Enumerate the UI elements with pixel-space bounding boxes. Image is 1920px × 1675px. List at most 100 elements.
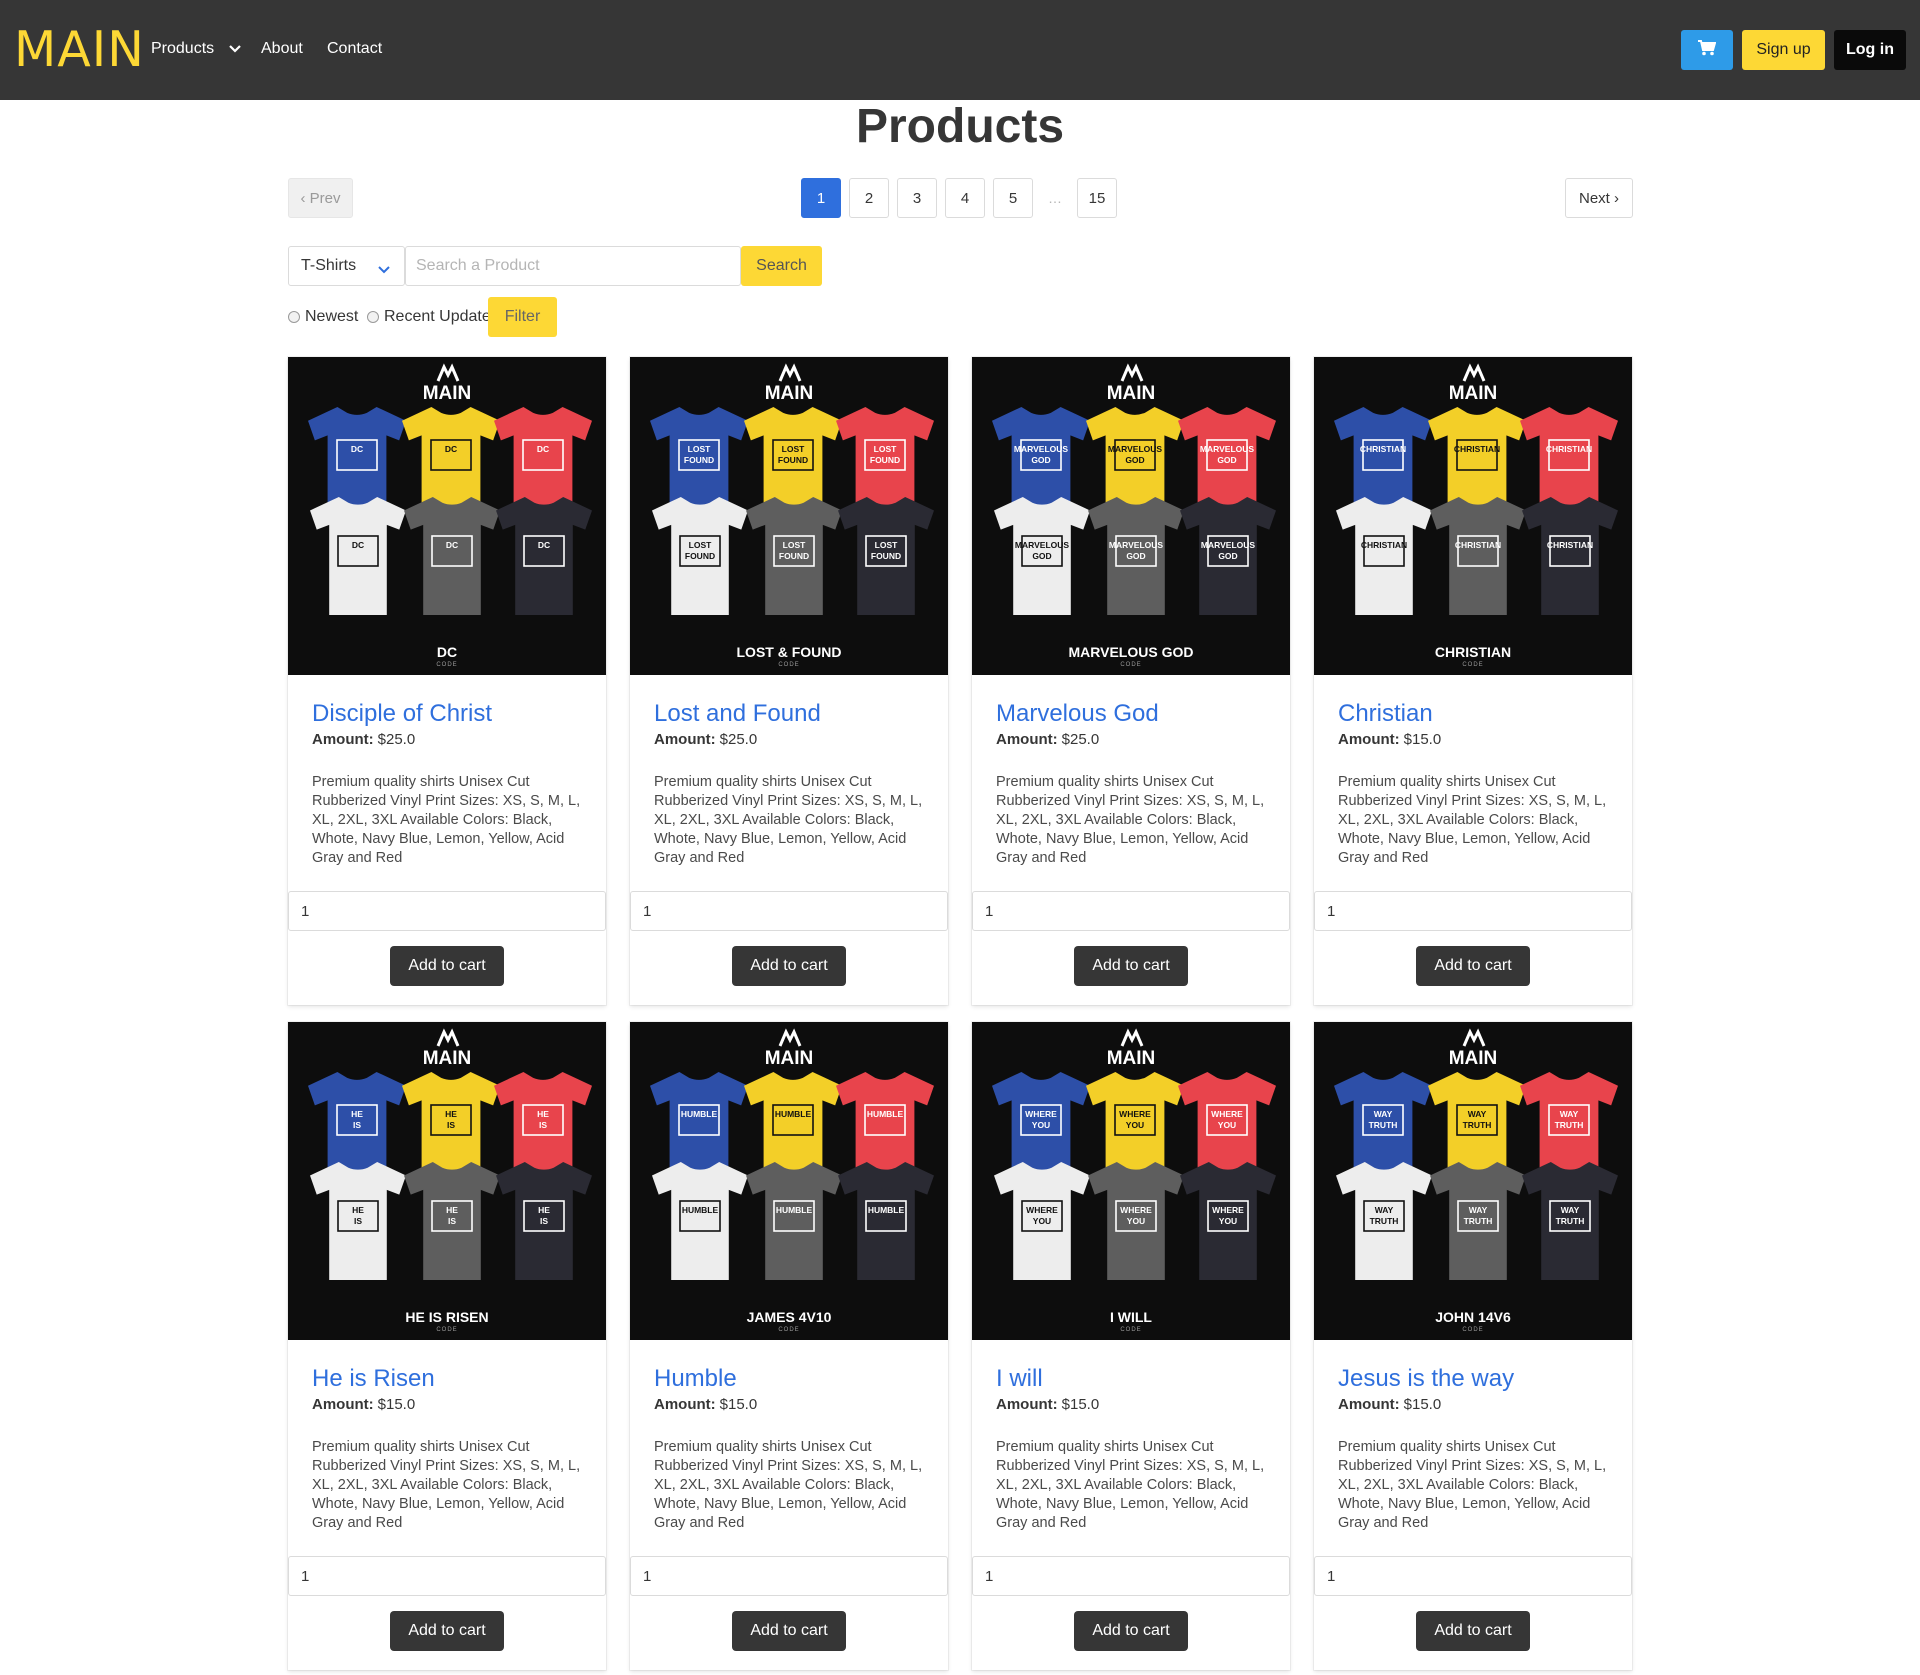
svg-text:YOU: YOU xyxy=(1127,1216,1145,1226)
svg-text:LOST: LOST xyxy=(875,540,898,550)
product-description: Premium quality shirts Unisex Cut Rubber… xyxy=(996,774,1265,866)
quantity-input[interactable] xyxy=(972,891,1290,931)
svg-text:TRUTH: TRUTH xyxy=(1369,1120,1398,1130)
login-button[interactable]: Log in xyxy=(1834,30,1906,70)
product-title[interactable]: He is Risen xyxy=(312,1364,435,1394)
svg-text:DC: DC xyxy=(352,540,364,550)
svg-text:HUMBLE: HUMBLE xyxy=(868,1205,905,1215)
svg-text:GOD: GOD xyxy=(1031,455,1050,465)
recent-update-radio-option[interactable]: Recent Update xyxy=(367,308,491,326)
product-amount-label: Amount: xyxy=(654,1396,716,1413)
svg-text:IS: IS xyxy=(354,1216,362,1226)
product-card: MAIN HUMBLE HUMBLE HUMBLE HUMBLE HUMBLE HUMBLE… xyxy=(630,1022,948,1670)
product-image[interactable]: MAIN HE IS HE IS HE IS HE IS HE IS HE IS HE IS RISEN C… xyxy=(288,1022,606,1340)
product-title[interactable]: Humble xyxy=(654,1364,737,1394)
product-title[interactable]: Disciple of Christ xyxy=(312,699,492,729)
quantity-input[interactable] xyxy=(288,1556,606,1596)
product-image[interactable]: MAIN WHERE YOU WHERE YOU WHERE YOU WHERE YOU WHER… xyxy=(972,1022,1290,1340)
image-caption-text: DC xyxy=(437,644,457,660)
top-navbar: MAIN Products About Contact Sign up Log … xyxy=(0,0,1920,100)
signup-button[interactable]: Sign up xyxy=(1742,30,1825,70)
pagination-page-2[interactable]: 2 xyxy=(849,178,889,218)
image-subcaption-text: CODE xyxy=(1120,1327,1141,1333)
nav-products-label: Products xyxy=(151,40,215,58)
tshirt-mockup-graphic: MAINWAYTRUTHWAYTRUTHWAYTRUTHWAYTRUTHWAYT… xyxy=(1314,1022,1632,1340)
image-caption-text: JOHN 14V6 xyxy=(1435,1309,1511,1325)
svg-text:GOD: GOD xyxy=(1217,455,1236,465)
search-input[interactable] xyxy=(405,246,741,286)
recent-update-radio[interactable] xyxy=(367,311,379,323)
svg-text:FOUND: FOUND xyxy=(779,551,809,561)
cart-button[interactable] xyxy=(1681,30,1733,70)
image-subcaption-text: CODE xyxy=(436,1327,457,1333)
add-to-cart-button[interactable]: Add to cart xyxy=(732,946,846,986)
product-image[interactable]: MAIN CHRISTIAN CHRISTIAN CHRISTIAN CHRISTIAN… xyxy=(1314,357,1632,675)
image-subcaption-text: CODE xyxy=(1462,1327,1483,1333)
product-title[interactable]: Marvelous God xyxy=(996,699,1159,729)
product-amount: Amount: $15.0 xyxy=(1338,730,1441,750)
product-card: MAIN HE IS HE IS HE IS HE IS HE IS HE IS HE IS RISEN C… xyxy=(288,1022,606,1670)
quantity-input[interactable] xyxy=(1314,891,1632,931)
image-brand-text: MAIN xyxy=(765,1048,814,1069)
product-image[interactable]: MAIN DC DC DC DC DC DC DC CODE xyxy=(288,357,606,675)
newest-radio[interactable] xyxy=(288,311,300,323)
image-brand-text: MAIN xyxy=(1107,383,1156,404)
svg-text:CHRISTIAN: CHRISTIAN xyxy=(1546,444,1592,454)
svg-text:WHERE: WHERE xyxy=(1119,1109,1151,1119)
svg-text:CHRISTIAN: CHRISTIAN xyxy=(1455,540,1501,550)
product-image[interactable]: MAIN WAY TRUTH WAY TRUTH WAY TRUTH WAY TRUTH WAY T… xyxy=(1314,1022,1632,1340)
pagination-page-3[interactable]: 3 xyxy=(897,178,937,218)
add-to-cart-button[interactable]: Add to cart xyxy=(1074,946,1188,986)
product-card: MAIN LOST FOUND LOST FOUND LOST FOUND LOST FOUND… xyxy=(630,357,948,1005)
nav-contact-link[interactable]: Contact xyxy=(327,38,382,60)
product-description: Premium quality shirts Unisex Cut Rubber… xyxy=(1338,1439,1607,1531)
quantity-input[interactable] xyxy=(288,891,606,931)
svg-text:HE: HE xyxy=(538,1205,550,1215)
category-select[interactable]: T-Shirts xyxy=(288,246,405,286)
svg-text:YOU: YOU xyxy=(1218,1120,1236,1130)
nav-products-dropdown[interactable]: Products xyxy=(151,38,241,60)
svg-text:TRUTH: TRUTH xyxy=(1556,1216,1585,1226)
add-to-cart-button[interactable]: Add to cart xyxy=(1416,1611,1530,1651)
quantity-input[interactable] xyxy=(630,1556,948,1596)
svg-text:WAY: WAY xyxy=(1375,1205,1394,1215)
pagination-page-4[interactable]: 4 xyxy=(945,178,985,218)
svg-text:LOST: LOST xyxy=(782,444,805,454)
quantity-input[interactable] xyxy=(1314,1556,1632,1596)
nav-about-link[interactable]: About xyxy=(261,38,303,60)
add-to-cart-button[interactable]: Add to cart xyxy=(390,1611,504,1651)
add-to-cart-button[interactable]: Add to cart xyxy=(1416,946,1530,986)
svg-text:TRUTH: TRUTH xyxy=(1464,1216,1493,1226)
pagination-page-1[interactable]: 1 xyxy=(801,178,841,218)
pagination-prev-button[interactable]: ‹ Prev xyxy=(288,178,353,218)
add-to-cart-button[interactable]: Add to cart xyxy=(1074,1611,1188,1651)
svg-text:YOU: YOU xyxy=(1033,1216,1051,1226)
product-card: MAIN CHRISTIAN CHRISTIAN CHRISTIAN CHRISTIAN… xyxy=(1314,357,1632,1005)
product-image[interactable]: MAIN HUMBLE HUMBLE HUMBLE HUMBLE HUMBLE HUMBLE… xyxy=(630,1022,948,1340)
product-amount: Amount: $25.0 xyxy=(312,730,415,750)
product-image[interactable]: MAIN MARVELOUS GOD MARVELOUS GOD MARVELOUS GOD… xyxy=(972,357,1290,675)
add-to-cart-button[interactable]: Add to cart xyxy=(732,1611,846,1651)
product-title[interactable]: Jesus is the way xyxy=(1338,1364,1514,1394)
svg-text:CHRISTIAN: CHRISTIAN xyxy=(1360,444,1406,454)
filter-button[interactable]: Filter xyxy=(488,297,557,337)
pagination-next-button[interactable]: Next › xyxy=(1565,178,1633,218)
pagination-page-15[interactable]: 15 xyxy=(1077,178,1117,218)
quantity-input[interactable] xyxy=(972,1556,1290,1596)
product-title[interactable]: Lost and Found xyxy=(654,699,821,729)
image-caption-text: JAMES 4V10 xyxy=(747,1309,832,1325)
svg-text:MARVELOUS: MARVELOUS xyxy=(1014,444,1068,454)
brand-logo[interactable]: MAIN xyxy=(14,24,145,76)
svg-text:HUMBLE: HUMBLE xyxy=(776,1205,813,1215)
svg-text:MARVELOUS: MARVELOUS xyxy=(1108,444,1162,454)
product-image[interactable]: MAIN LOST FOUND LOST FOUND LOST FOUND LOST FOUND… xyxy=(630,357,948,675)
svg-text:TRUTH: TRUTH xyxy=(1463,1120,1492,1130)
add-to-cart-button[interactable]: Add to cart xyxy=(390,946,504,986)
quantity-input[interactable] xyxy=(630,891,948,931)
tshirt-mockup-graphic: MAINMARVELOUSGODMARVELOUSGODMARVELOUSGOD… xyxy=(972,357,1290,675)
product-title[interactable]: I will xyxy=(996,1364,1043,1394)
search-button[interactable]: Search xyxy=(741,246,822,286)
newest-radio-option[interactable]: Newest xyxy=(288,308,358,326)
pagination-page-5[interactable]: 5 xyxy=(993,178,1033,218)
product-title[interactable]: Christian xyxy=(1338,699,1433,729)
